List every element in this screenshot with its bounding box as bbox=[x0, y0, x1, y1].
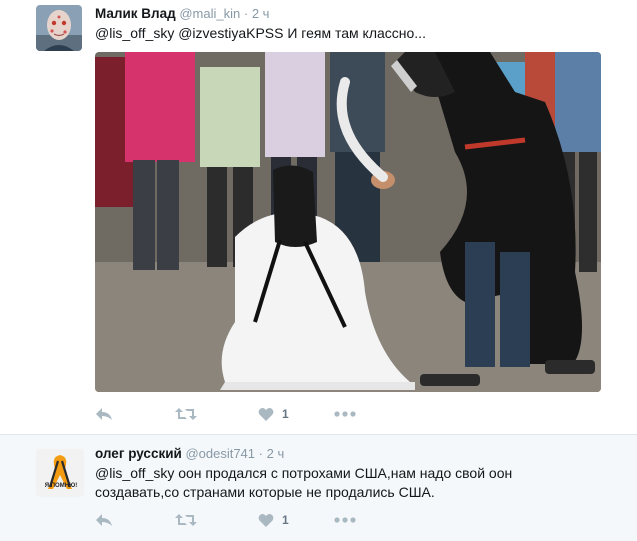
retweet-icon bbox=[175, 512, 197, 528]
more-icon bbox=[334, 517, 356, 523]
reply-button[interactable] bbox=[95, 404, 113, 424]
separator: · bbox=[243, 6, 249, 21]
like-count: 1 bbox=[282, 513, 289, 527]
tweet-actions: 1 bbox=[95, 404, 395, 424]
like-button[interactable]: 1 bbox=[258, 404, 289, 424]
like-count: 1 bbox=[282, 407, 289, 421]
reply-icon bbox=[95, 512, 113, 528]
tweet-header: Малик Влад @mali_kin · 2 ч bbox=[95, 6, 269, 21]
more-button[interactable] bbox=[334, 510, 356, 530]
username[interactable]: @odesit741 bbox=[185, 446, 255, 461]
retweet-button[interactable] bbox=[175, 510, 197, 530]
tweet-text: @lis_off_sky оон продался с потрохами СШ… bbox=[95, 464, 512, 502]
avatar[interactable] bbox=[36, 5, 82, 51]
tweet[interactable]: Я ПОМНЮ! олег русский @odesit741 · 2 ч @… bbox=[0, 434, 637, 541]
tweet-text-line: @lis_off_sky оон продался с потрохами СШ… bbox=[95, 465, 513, 481]
tweet-text-line: создавать,со странами которые не продали… bbox=[95, 484, 435, 500]
like-icon bbox=[258, 513, 274, 528]
display-name[interactable]: Малик Влад bbox=[95, 6, 176, 21]
reply-icon bbox=[95, 406, 113, 422]
timestamp[interactable]: 2 ч bbox=[267, 446, 285, 461]
tweet-header: олег русский @odesit741 · 2 ч bbox=[95, 446, 284, 461]
tweet-actions: 1 bbox=[95, 510, 395, 530]
username[interactable]: @mali_kin bbox=[179, 6, 240, 21]
tweet-photo[interactable] bbox=[95, 52, 601, 392]
more-icon bbox=[334, 411, 356, 417]
retweet-icon bbox=[175, 406, 197, 422]
tweet-text: @lis_off_sky @izvestiyaKPSS И геям там к… bbox=[95, 25, 426, 41]
retweet-button[interactable] bbox=[175, 404, 197, 424]
display-name[interactable]: олег русский bbox=[95, 446, 182, 461]
timestamp[interactable]: 2 ч bbox=[252, 6, 270, 21]
separator: · bbox=[258, 446, 263, 461]
tweet[interactable]: Малик Влад @mali_kin · 2 ч @lis_off_sky … bbox=[0, 0, 637, 434]
avatar[interactable] bbox=[36, 449, 84, 497]
reply-button[interactable] bbox=[95, 510, 113, 530]
like-button[interactable]: 1 bbox=[258, 510, 289, 530]
more-button[interactable] bbox=[334, 404, 356, 424]
avatar-caption: Я ПОМНЮ! bbox=[44, 483, 78, 489]
like-icon bbox=[258, 407, 274, 422]
